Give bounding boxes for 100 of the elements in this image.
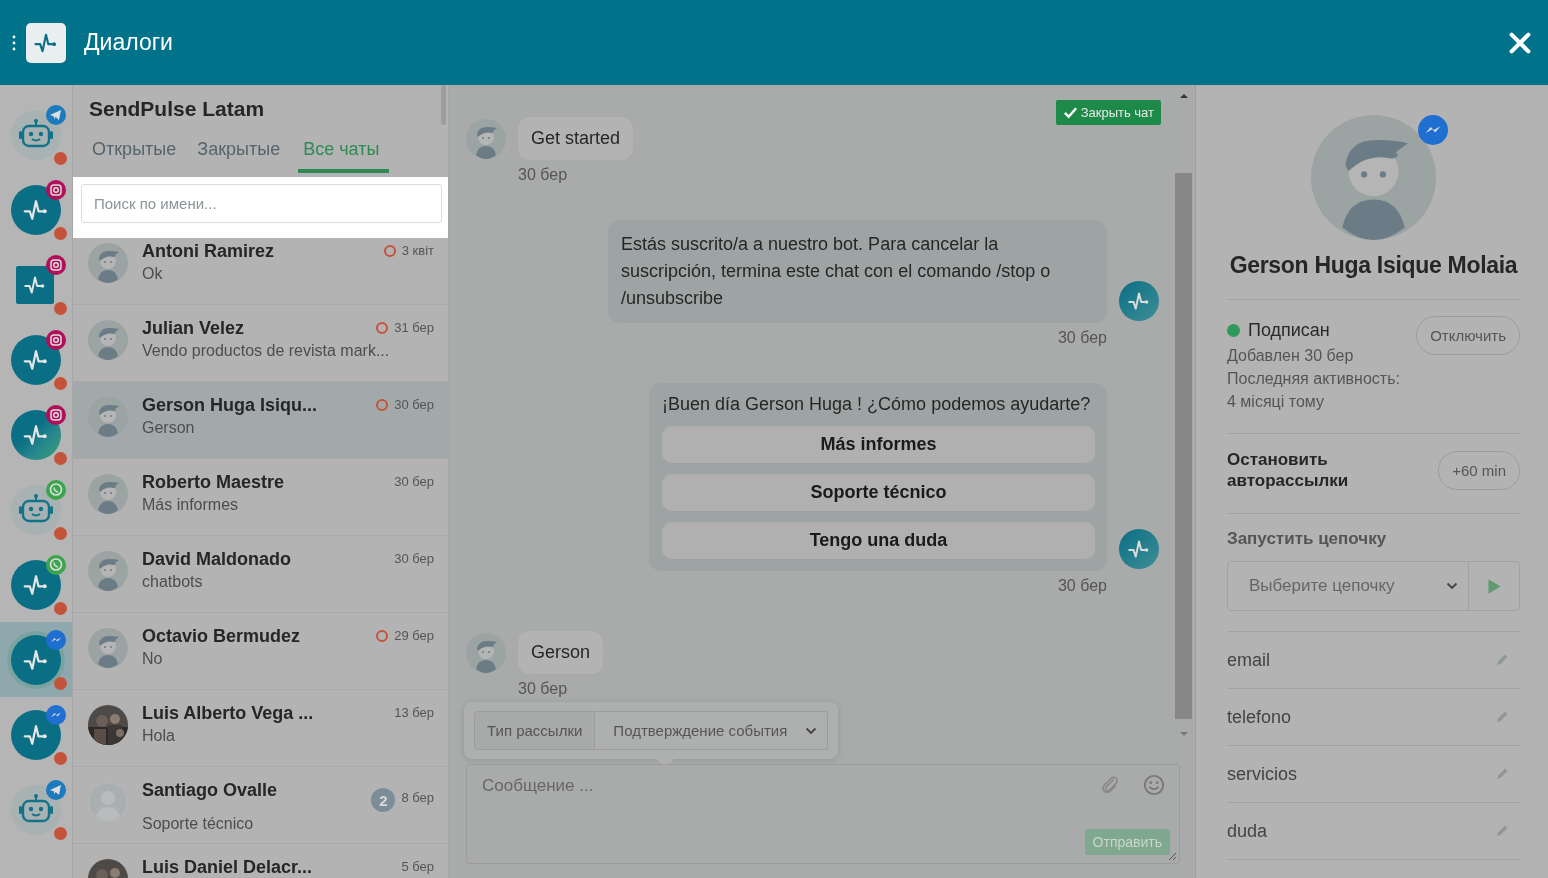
- status-dot: [54, 376, 67, 390]
- whatsapp-icon: [46, 554, 66, 575]
- resize-handle-icon[interactable]: [1167, 851, 1177, 861]
- unsubscribe-button[interactable]: Отключить: [1416, 316, 1520, 355]
- avatar-icon: [88, 551, 128, 591]
- scrollbar[interactable]: [441, 85, 446, 125]
- bot-item[interactable]: [0, 622, 72, 697]
- contact-name: Luis Daniel Delacr...: [142, 857, 314, 878]
- chat-date: 30 бер: [394, 551, 434, 566]
- logo-icon: [26, 22, 66, 63]
- activity-time: 4 місяці тому: [1227, 392, 1325, 412]
- status-dot: [54, 676, 67, 690]
- bot-avatar-icon: [1119, 281, 1159, 321]
- avatar-icon: [1311, 115, 1436, 240]
- chat-item[interactable]: Antoni Ramirez 3 квіт Ok: [73, 238, 448, 305]
- contact-name: David Maldonado: [142, 549, 292, 570]
- status-dot: [54, 226, 67, 240]
- avatar-icon: [88, 474, 128, 514]
- field-name: telefono: [1227, 706, 1292, 728]
- unread-count: 2: [371, 788, 396, 812]
- contact-name: Octavio Bermudez: [142, 626, 302, 647]
- chat-item[interactable]: David Maldonado 30 бер chatbots: [73, 536, 448, 613]
- close-icon[interactable]: [1508, 30, 1532, 55]
- search-field[interactable]: Поиск по имени...: [81, 184, 442, 223]
- status-dot: [54, 601, 67, 615]
- field-name: email: [1227, 649, 1270, 671]
- edit-icon[interactable]: [1494, 823, 1510, 839]
- message-bubble: Estás suscrito/a a nuestro bot. Para cancelar la suscripción, termina este chat con el comando /stop o /unsubscribe: [608, 220, 1107, 323]
- scroll-thumb[interactable]: [1175, 173, 1192, 719]
- chat-item[interactable]: Luis Alberto Vega ... 13 бер Hola: [73, 690, 448, 767]
- chat-date: 13 бер: [394, 705, 434, 720]
- field-name: duda: [1227, 820, 1268, 842]
- message-preview: chatbots: [142, 573, 203, 591]
- contact-name: Roberto Maestre: [142, 472, 286, 493]
- message-time: 30 бер: [1057, 577, 1107, 595]
- menu-icon[interactable]: [12, 34, 16, 51]
- chat-date: 29 бер: [394, 628, 434, 643]
- pulse-logo-icon: [11, 184, 61, 235]
- pause-button[interactable]: +60 min: [1438, 450, 1520, 490]
- avatar-icon: [466, 119, 506, 159]
- messenger-icon: [1418, 115, 1448, 145]
- instagram-icon: [46, 179, 66, 200]
- message-placeholder: Сообщение ...: [482, 776, 594, 796]
- contact-name: Santiago Ovalle: [142, 780, 279, 801]
- inbox-title: SendPulse Latam: [89, 97, 265, 121]
- pulse-logo-icon: [11, 634, 61, 685]
- status-dot: [54, 301, 67, 315]
- paperclip-icon[interactable]: [1099, 774, 1121, 796]
- quick-reply-button[interactable]: Tengo una duda: [662, 522, 1095, 559]
- contact-name: Gerson Huga Isiqu...: [142, 395, 319, 416]
- status-dot: [54, 151, 67, 165]
- flow-label: Запустить цепочку: [1227, 529, 1388, 549]
- avatar-icon: [466, 633, 506, 673]
- message-preview: Ok: [142, 265, 163, 283]
- pause-label: Остановить авторассылки: [1227, 449, 1350, 491]
- contact-name: Gerson Huga Isique Molaia: [1227, 252, 1520, 300]
- chat-item[interactable]: Santiago Ovalle 2 8 бер Soporte técnico: [73, 767, 448, 844]
- status-dot: [54, 826, 67, 840]
- message-preview: Hola: [142, 727, 175, 745]
- chat-item[interactable]: Luis Daniel Delacr... 5 бер: [73, 844, 448, 878]
- avatar-icon: [88, 320, 128, 360]
- field-name: servicios: [1227, 763, 1297, 785]
- scroll-up-icon[interactable]: [1178, 93, 1189, 99]
- activity-label: Последняя активность:: [1227, 369, 1400, 389]
- message-preview: No: [142, 650, 163, 668]
- message-time: 30 бер: [518, 166, 568, 184]
- chat-item[interactable]: Octavio Bermudez 29 бер No: [73, 613, 448, 690]
- messenger-icon: [46, 704, 66, 725]
- emoji-icon[interactable]: [1143, 774, 1165, 796]
- close-chat-button[interactable]: Закрыть чат: [1055, 100, 1161, 125]
- contact-name: Julian Velez: [142, 318, 246, 339]
- avatar-icon: [88, 243, 128, 283]
- edit-icon[interactable]: [1494, 709, 1510, 725]
- message-time: 30 бер: [518, 680, 568, 698]
- chat-date: 5 бер: [401, 859, 434, 874]
- subscription-status: Подписан: [1248, 320, 1330, 341]
- message-text: ¡Buen día Gerson Huga ! ¿Cómo podemos ayudarte?: [662, 394, 1092, 415]
- message-preview: Vendo productos de revista mark...: [142, 342, 390, 360]
- edit-icon[interactable]: [1494, 652, 1510, 668]
- message-preview: Más informes: [142, 496, 239, 514]
- bot-avatar-icon: [1119, 529, 1159, 569]
- chat-item[interactable]: Roberto Maestre 30 бер Más informes: [73, 459, 448, 536]
- quick-reply-button[interactable]: Más informes: [662, 426, 1095, 463]
- chat-date: 8 бер: [401, 789, 434, 805]
- mailing-type-label: Тип рассылки: [474, 711, 596, 750]
- scroll-down-icon[interactable]: [1178, 731, 1189, 737]
- chevron-down-icon: [805, 726, 818, 735]
- contact-name: Antoni Ramirez: [142, 241, 275, 262]
- chat-date: 30 бер: [394, 397, 434, 412]
- pulse-logo-icon: [11, 334, 61, 385]
- edit-icon[interactable]: [1494, 766, 1510, 782]
- telegram-icon: [46, 104, 66, 125]
- status-dot: [54, 526, 67, 540]
- chevron-down-icon: [1446, 582, 1458, 590]
- quick-reply-button[interactable]: Soporte técnico: [662, 474, 1095, 511]
- message-preview: Soporte técnico: [142, 815, 254, 833]
- pulse-logo-icon: [11, 409, 61, 460]
- avatar-icon: [88, 628, 128, 668]
- message-time: 30 бер: [1057, 329, 1107, 347]
- chat-item[interactable]: Gerson Huga Isiqu... 30 бер Gerson: [73, 382, 448, 459]
